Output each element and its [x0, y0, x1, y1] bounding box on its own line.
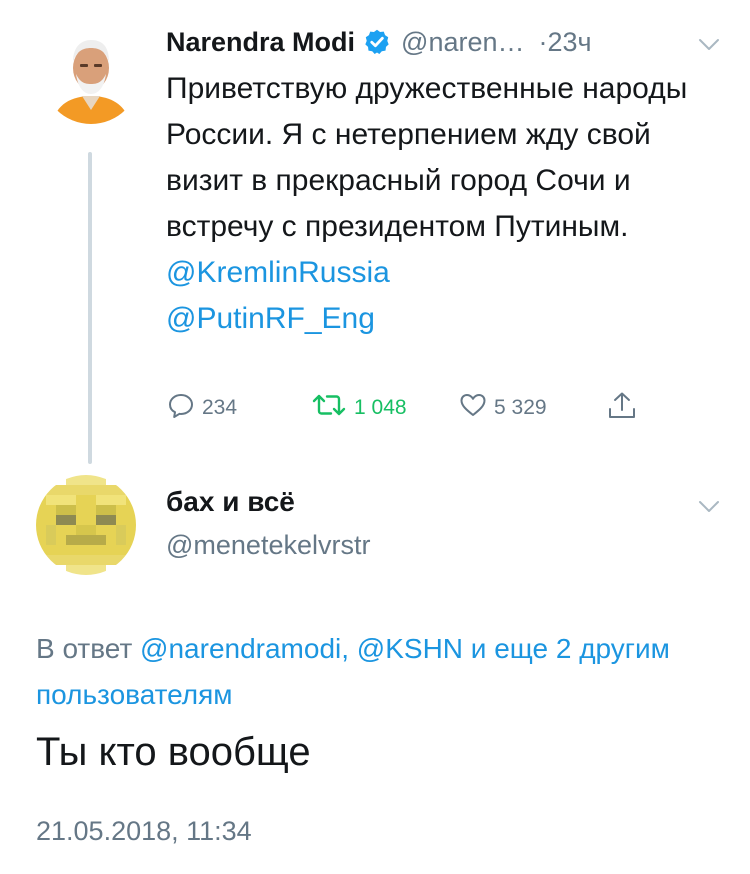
retweet-button[interactable]: 1 048	[310, 390, 407, 426]
tweet-actions: 234 1 048 5 329	[166, 390, 646, 426]
tweet-time[interactable]: ·23ч	[539, 27, 592, 58]
reply-timestamp: 21.05.2018, 11:34	[36, 816, 252, 846]
reply-button[interactable]: 234	[166, 390, 237, 426]
share-button[interactable]	[606, 390, 644, 428]
verified-icon	[363, 28, 391, 56]
share-icon	[606, 390, 644, 428]
chevron-down-icon[interactable]	[698, 38, 720, 52]
reply-icon	[166, 390, 202, 426]
retweet-count: 1 048	[354, 396, 407, 419]
mention-kremlinrussia[interactable]: @KremlinRussia	[166, 256, 390, 289]
like-count: 5 329	[494, 396, 547, 419]
thread-connector-line	[88, 152, 92, 464]
reply-author-avatar[interactable]	[36, 475, 136, 575]
author-name[interactable]: Narendra Modi	[166, 27, 355, 58]
tweet-header: Narendra Modi @naren… ·23ч	[166, 22, 726, 62]
like-icon	[458, 390, 494, 426]
retweet-icon	[310, 390, 354, 426]
author-avatar[interactable]	[42, 26, 140, 124]
like-button[interactable]: 5 329	[458, 390, 547, 426]
author-handle[interactable]: @naren…	[401, 27, 524, 58]
replying-to: В ответ @narendramodi, @KSHN и еще 2 дру…	[36, 626, 726, 718]
original-tweet[interactable]: Narendra Modi @naren… ·23ч Приветствую д…	[166, 22, 726, 342]
reply-author-handle[interactable]: @menetekelvrstr	[166, 530, 370, 561]
reply-author-name[interactable]: бах и всё	[166, 486, 295, 518]
chevron-down-icon[interactable]	[698, 500, 720, 514]
tweet-body: Приветствую дружественные народы России.…	[166, 72, 688, 243]
reply-count: 234	[202, 396, 238, 419]
replying-to-prefix: В ответ	[36, 633, 141, 664]
mention-putinrf-eng[interactable]: @PutinRF_Eng	[166, 302, 375, 335]
tweet-text: Приветствую дружественные народы России.…	[166, 66, 706, 342]
reply-tweet-text: Ты кто вообще	[36, 730, 311, 774]
